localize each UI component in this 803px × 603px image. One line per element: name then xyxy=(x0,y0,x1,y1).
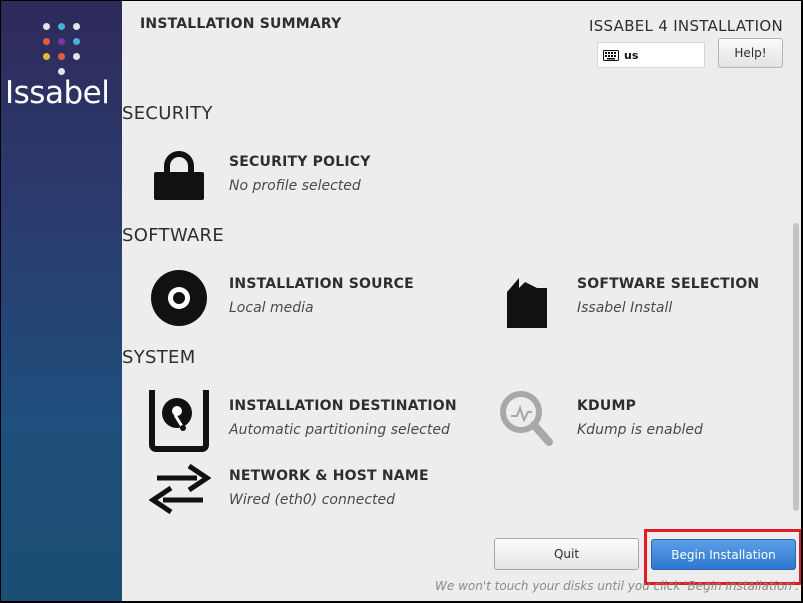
highlight-box xyxy=(644,529,801,585)
scrollbar-thumb[interactable] xyxy=(793,223,799,511)
logo-dot xyxy=(58,53,65,60)
logo-dot xyxy=(43,53,50,60)
logo: Issabel xyxy=(5,75,110,111)
section-title-software: SOFTWARE xyxy=(122,225,225,246)
help-button[interactable]: Help! xyxy=(718,38,783,68)
keyboard-layout-label: us xyxy=(624,48,639,62)
logo-dot xyxy=(58,68,65,75)
logo-dot xyxy=(73,38,80,45)
spoke-title: INSTALLATION DESTINATION xyxy=(229,398,457,414)
spoke-title: KDUMP xyxy=(577,398,637,414)
logo-dot xyxy=(43,23,50,30)
spoke-installation-destination[interactable]: INSTALLATION DESTINATION Automatic parti… xyxy=(149,384,479,452)
spoke-title: INSTALLATION SOURCE xyxy=(229,276,414,292)
page-title: INSTALLATION SUMMARY xyxy=(140,16,342,32)
spoke-status: Kdump is enabled xyxy=(577,422,703,438)
spoke-status: Wired (eth0) connected xyxy=(229,492,396,508)
logo-dot xyxy=(58,38,65,45)
spoke-status: No profile selected xyxy=(229,178,361,194)
spoke-status: Local media xyxy=(229,300,314,316)
magnifier-icon xyxy=(497,390,557,450)
spoke-status: Issabel Install xyxy=(577,300,673,316)
keyboard-layout-indicator[interactable]: us xyxy=(597,42,705,68)
hard-disk-icon xyxy=(149,384,209,452)
product-title: ISSABEL 4 INSTALLATION xyxy=(588,17,783,35)
spoke-kdump[interactable]: KDUMP Kdump is enabled xyxy=(497,390,777,450)
logo-dot xyxy=(73,23,80,30)
spoke-status: Automatic partitioning selected xyxy=(229,422,450,438)
footer-note: We won't touch your disks until you clic… xyxy=(435,579,800,593)
logo-dot xyxy=(58,23,65,30)
section-title-system: SYSTEM xyxy=(122,347,196,368)
logo-dot xyxy=(43,38,50,45)
spoke-network-host-name[interactable]: NETWORK & HOST NAME Wired (eth0) connect… xyxy=(148,460,479,520)
installer-window: Issabel INSTALLATION SUMMARY ISSABEL 4 I… xyxy=(1,1,801,601)
disc-icon xyxy=(149,268,209,328)
keyboard-icon xyxy=(603,46,619,65)
sidebar: Issabel xyxy=(1,1,122,601)
spoke-installation-source[interactable]: INSTALLATION SOURCE Local media xyxy=(149,268,429,328)
spoke-title: SECURITY POLICY xyxy=(229,154,371,170)
quit-button[interactable]: Quit xyxy=(494,538,639,570)
spoke-security-policy[interactable]: SECURITY POLICY No profile selected xyxy=(149,146,429,206)
package-icon xyxy=(497,268,557,328)
logo-dot xyxy=(73,53,80,60)
logo-dots xyxy=(43,23,87,79)
spoke-software-selection[interactable]: SOFTWARE SELECTION Issabel Install xyxy=(497,268,777,328)
spoke-title: SOFTWARE SELECTION xyxy=(577,276,760,292)
spoke-title: NETWORK & HOST NAME xyxy=(229,468,429,484)
network-arrows-icon xyxy=(148,460,212,520)
section-title-security: SECURITY xyxy=(122,103,213,124)
lock-icon xyxy=(149,146,209,206)
